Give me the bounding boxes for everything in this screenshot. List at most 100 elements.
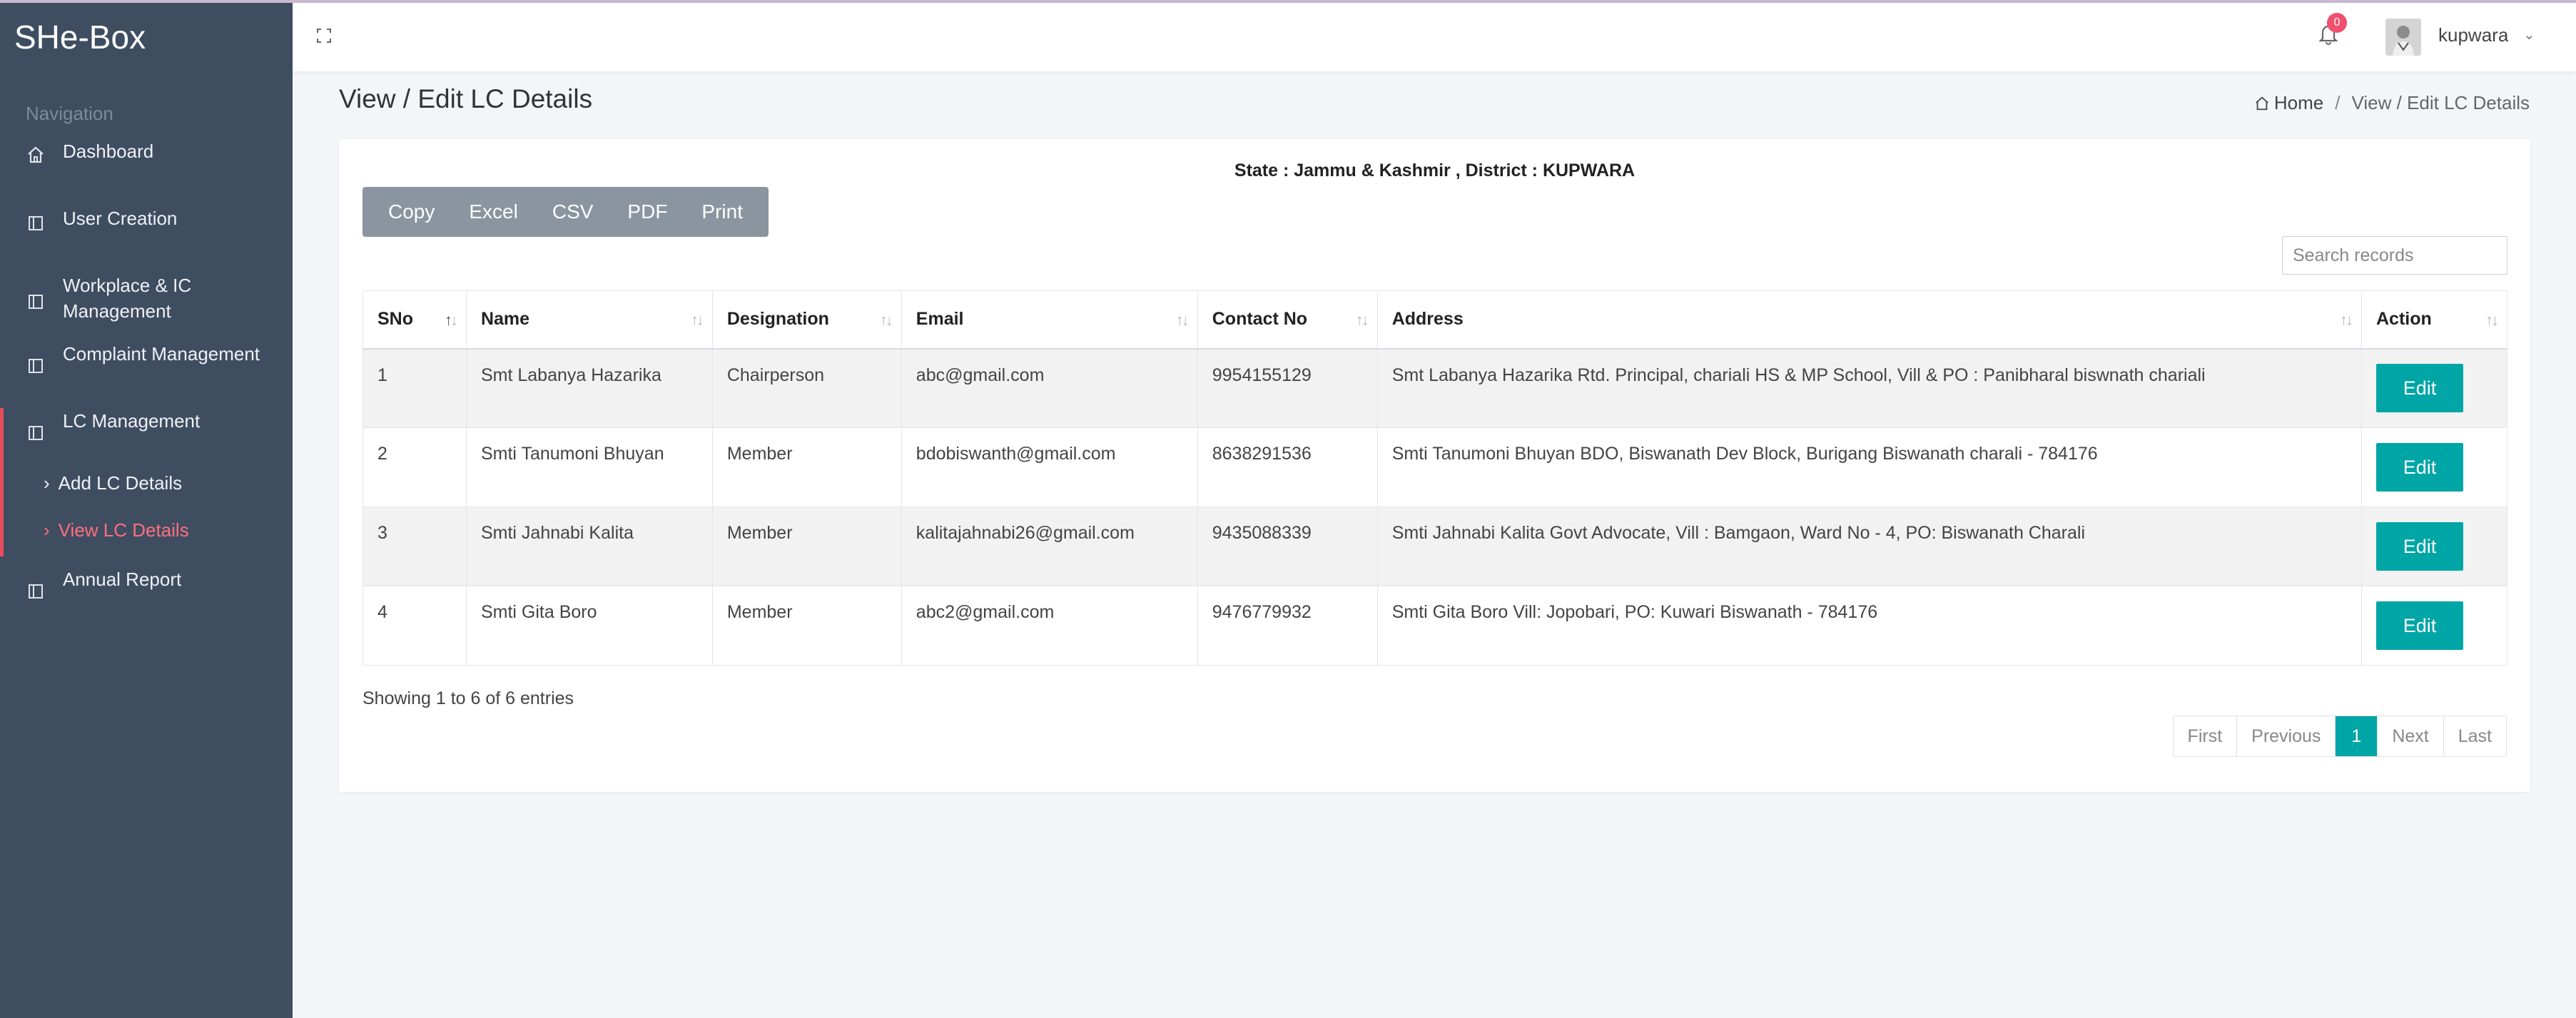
pdf-button[interactable]: PDF xyxy=(610,200,684,223)
column-header-sno[interactable]: SNo ↑↓ xyxy=(362,290,467,350)
pagination-previous[interactable]: Previous xyxy=(2237,716,2336,756)
lc-details-table: SNo ↑↓ Name ↑↓ Designation ↑↓ Email ↑↓ Conta… xyxy=(362,290,2508,666)
cell-designation: Member xyxy=(711,427,902,507)
sidebar-item-label: Annual Report xyxy=(63,569,182,590)
column-label: Email xyxy=(916,309,964,330)
cell-name: Smti Tanumoni Bhuyan xyxy=(465,427,713,507)
pagination-page-current[interactable]: 1 xyxy=(2336,716,2378,756)
cell-contact: 9435088339 xyxy=(1197,507,1378,586)
cell-designation: Chairperson xyxy=(711,348,902,428)
cell-sno: 2 xyxy=(362,427,467,507)
nav-heading: Navigation xyxy=(26,103,113,124)
panel-icon xyxy=(27,273,49,317)
panel-icon xyxy=(27,341,49,373)
sort-icon: ↑↓ xyxy=(690,311,704,329)
column-label: Contact No xyxy=(1212,309,1308,330)
cell-email: abc2@gmail.com xyxy=(901,586,1198,666)
pagination-next[interactable]: Next xyxy=(2378,716,2444,756)
column-header-name[interactable]: Name ↑↓ xyxy=(465,290,713,350)
edit-button[interactable]: Edit xyxy=(2375,601,2463,650)
column-header-email[interactable]: Email ↑↓ xyxy=(901,290,1198,350)
sort-icon: ↑↓ xyxy=(879,311,893,329)
table-row: 3 Smti Jahnabi Kalita Member kalitajahna… xyxy=(362,507,2508,586)
page-title: View / Edit LC Details xyxy=(339,84,593,113)
breadcrumb-current: View / Edit LC Details xyxy=(2351,92,2530,113)
cell-name: Smt Labanya Hazarika xyxy=(465,348,713,428)
chevron-right-icon: › xyxy=(44,519,50,541)
column-label: Action xyxy=(2375,309,2432,330)
cell-sno: 3 xyxy=(362,507,467,586)
csv-button[interactable]: CSV xyxy=(535,200,611,223)
cell-contact: 8638291536 xyxy=(1197,427,1378,507)
column-header-designation[interactable]: Designation ↑↓ xyxy=(711,290,902,350)
subitem-label: Add LC Details xyxy=(58,472,183,494)
avatar[interactable] xyxy=(2385,19,2421,56)
column-header-contact[interactable]: Contact No ↑↓ xyxy=(1197,290,1378,350)
topbar: 0 kupwara ⌄ xyxy=(293,3,2576,71)
edit-button[interactable]: Edit xyxy=(2375,522,2463,571)
search-input[interactable] xyxy=(2282,236,2507,275)
fullscreen-icon[interactable] xyxy=(315,27,333,44)
home-icon xyxy=(27,138,49,164)
sidebar-subitem-add-lc-details[interactable]: › Add LC Details xyxy=(4,459,182,507)
cell-contact: 9476779932 xyxy=(1197,586,1378,666)
excel-button[interactable]: Excel xyxy=(452,200,534,223)
breadcrumb-separator: / xyxy=(2335,92,2341,113)
edit-button[interactable]: Edit xyxy=(2375,364,2463,413)
pagination-last[interactable]: Last xyxy=(2443,716,2506,756)
cell-designation: Member xyxy=(711,507,902,586)
table-row: 1 Smt Labanya Hazarika Chairperson abc@g… xyxy=(362,348,2508,428)
cell-action: Edit xyxy=(2361,507,2508,586)
edit-button[interactable]: Edit xyxy=(2375,443,2463,492)
cell-action: Edit xyxy=(2361,586,2508,666)
sidebar-item-workplace-ic[interactable]: Workplace & IC Management xyxy=(0,273,293,341)
sidebar-item-lc-management[interactable]: LC Management › Add LC Details › View LC… xyxy=(0,408,293,556)
pagination-first[interactable]: First xyxy=(2173,716,2238,756)
column-label: Designation xyxy=(726,309,829,330)
export-button-group: Copy Excel CSV PDF Print xyxy=(362,187,769,237)
cell-address: Smt Labanya Hazarika Rtd. Principal, cha… xyxy=(1376,348,2362,428)
cell-contact: 9954155129 xyxy=(1197,348,1378,428)
brand-logo[interactable]: SHe-Box xyxy=(0,3,293,71)
print-button[interactable]: Print xyxy=(684,200,760,223)
pagination: First Previous 1 Next Last xyxy=(2172,716,2507,757)
cell-name: Smti Jahnabi Kalita xyxy=(465,507,713,586)
chevron-down-icon[interactable]: ⌄ xyxy=(2523,26,2535,44)
sidebar-item-label: Complaint Management xyxy=(63,343,260,365)
sidebar-item-user-creation[interactable]: User Creation xyxy=(0,205,293,273)
sort-icon: ↑↓ xyxy=(2485,311,2499,329)
cell-sno: 4 xyxy=(362,586,467,666)
table-info: Showing 1 to 6 of 6 entries xyxy=(362,688,574,708)
home-icon xyxy=(2256,96,2268,110)
chevron-right-icon: › xyxy=(44,472,50,494)
sidebar-item-annual-report[interactable]: Annual Report xyxy=(0,556,293,623)
copy-button[interactable]: Copy xyxy=(371,200,452,223)
cell-sno: 1 xyxy=(362,348,467,428)
column-label: SNo xyxy=(377,309,413,330)
cell-name: Smti Gita Boro xyxy=(465,586,713,666)
sort-icon: ↑↓ xyxy=(2339,311,2353,329)
cell-designation: Member xyxy=(711,586,902,666)
column-header-action[interactable]: Action ↑↓ xyxy=(2361,290,2508,350)
state-district-heading: State : Jammu & Kashmir , District : KUP… xyxy=(1234,161,1636,180)
username[interactable]: kupwara xyxy=(2438,24,2508,46)
column-label: Name xyxy=(480,309,530,330)
breadcrumb-home[interactable]: Home xyxy=(2254,92,2323,114)
sidebar-item-dashboard[interactable]: Dashboard xyxy=(0,138,293,205)
breadcrumb-home-label: Home xyxy=(2273,92,2324,113)
sidebar-subitem-view-lc-details[interactable]: › View LC Details xyxy=(4,507,189,554)
lc-details-card: State : Jammu & Kashmir , District : KUP… xyxy=(339,139,2530,792)
sort-icon: ↑↓ xyxy=(1175,311,1190,329)
cell-address: Smti Gita Boro Vill: Jopobari, PO: Kuwar… xyxy=(1376,586,2362,666)
sort-asc-icon: ↑↓ xyxy=(444,311,458,329)
sidebar-item-label: Dashboard xyxy=(63,141,154,162)
cell-email: kalitajahnabi26@gmail.com xyxy=(901,507,1198,586)
column-label: Address xyxy=(1391,309,1464,330)
cell-email: abc@gmail.com xyxy=(901,348,1198,428)
column-header-address[interactable]: Address ↑↓ xyxy=(1376,290,2362,350)
sidebar-item-label: Workplace & IC Management xyxy=(63,275,192,322)
sidebar-item-complaint-management[interactable]: Complaint Management xyxy=(0,341,293,408)
sidebar-item-label: User Creation xyxy=(63,208,178,229)
cell-address: Smti Jahnabi Kalita Govt Advocate, Vill … xyxy=(1376,507,2362,586)
sort-icon: ↑↓ xyxy=(1355,311,1369,329)
